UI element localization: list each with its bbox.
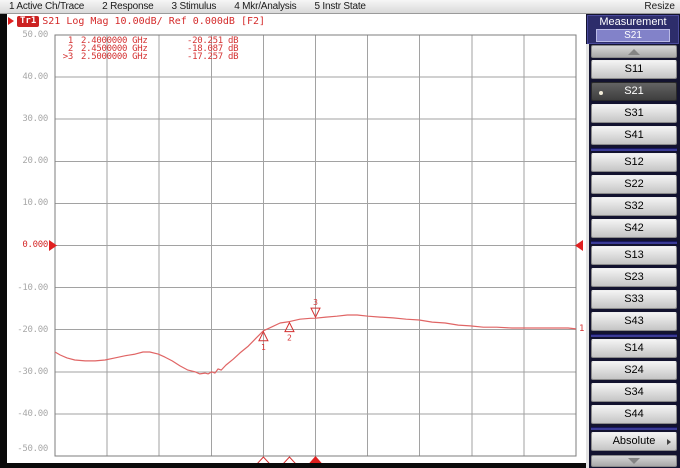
menu-stimulus[interactable]: 3 Stimulus (163, 0, 226, 13)
y-axis-label: -30.00 (8, 368, 48, 377)
group-separator (591, 334, 677, 337)
vna-screen: 1 Active Ch/Trace 2 Response 3 Stimulus … (0, 0, 680, 468)
resize-button[interactable]: Resize (644, 0, 675, 13)
trace-id-badge[interactable]: Tr1 (17, 16, 39, 27)
sidebar-title: Measurement (588, 16, 678, 29)
y-axis-label: -40.00 (8, 410, 48, 419)
button-s21-label: S21 (624, 85, 644, 97)
menu-mkr-analysis[interactable]: 4 Mkr/Analysis (225, 0, 305, 13)
button-s14[interactable]: S14 (591, 339, 677, 358)
button-s31[interactable]: S31 (591, 104, 677, 123)
y-axis-label: 10.00 (8, 199, 48, 208)
trace-status-text: S21 Log Mag 10.00dB/ Ref 0.000dB [F2] (42, 16, 265, 27)
y-axis-label: 40.00 (8, 73, 48, 82)
button-absolute[interactable]: Absolute (591, 432, 677, 451)
menu-response[interactable]: 2 Response (93, 0, 162, 13)
marker-readout-row: >3 2.5000000 GHz -17.257 dB (57, 53, 238, 61)
sidebar-scroll-down-button[interactable] (591, 455, 677, 467)
selected-measurement-chip: S21 (596, 29, 670, 42)
button-s43[interactable]: S43 (591, 312, 677, 331)
button-absolute-label: Absolute (613, 435, 656, 447)
y-axis-label: -10.00 (8, 284, 48, 293)
y-axis-label: 50.00 (8, 31, 48, 40)
sidebar-button-list: S11 S21 S31 S41 S12 S22 S32 S42 S13 S23 … (591, 60, 677, 454)
marker-readout-table: 1 2.4000000 GHz -20.251 dB 2 2.4500000 G… (57, 37, 238, 61)
measurement-sidebar: Measurement S21 S11 S21 S31 S41 S12 S22 … (586, 14, 680, 468)
scroll-up-icon (628, 49, 640, 55)
button-s34[interactable]: S34 (591, 383, 677, 402)
button-s12[interactable]: S12 (591, 153, 677, 172)
button-s42[interactable]: S42 (591, 219, 677, 238)
menu-bar: 1 Active Ch/Trace 2 Response 3 Stimulus … (0, 0, 680, 14)
group-separator (591, 427, 677, 430)
button-s23[interactable]: S23 (591, 268, 677, 287)
scroll-down-icon (628, 458, 640, 464)
group-separator (591, 241, 677, 244)
button-s13[interactable]: S13 (591, 246, 677, 265)
menu-active-ch-trace[interactable]: 1 Active Ch/Trace (0, 0, 93, 13)
y-axis-label: 20.00 (8, 157, 48, 166)
sidebar-header-panel: Measurement S21 (587, 15, 679, 44)
selected-bullet-icon (599, 91, 603, 95)
button-s11[interactable]: S11 (591, 60, 677, 79)
marker-frequency: 2.5000000 GHz (81, 53, 183, 61)
active-trace-arrow-icon (8, 17, 14, 25)
menu-instr-state[interactable]: 5 Instr State (305, 0, 374, 13)
y-axis-label: -50.00 (8, 445, 48, 454)
button-s44[interactable]: S44 (591, 405, 677, 424)
sidebar-edge-strip (586, 44, 589, 468)
y-axis-ref-label: 0.000 (8, 241, 48, 250)
trace-status-line: Tr1 S21 Log Mag 10.00dB/ Ref 0.000dB [F2… (8, 15, 265, 27)
marker-number: >3 (57, 53, 73, 61)
button-s24[interactable]: S24 (591, 361, 677, 380)
button-s33[interactable]: S33 (591, 290, 677, 309)
bottom-edge-strip (0, 463, 586, 468)
plot-panel-background (7, 14, 586, 463)
button-s21[interactable]: S21 (591, 82, 677, 101)
button-s22[interactable]: S22 (591, 175, 677, 194)
marker-value: -17.257 dB (187, 53, 238, 61)
button-s41[interactable]: S41 (591, 126, 677, 145)
y-axis-label: -20.00 (8, 326, 48, 335)
group-separator (591, 148, 677, 151)
button-s32[interactable]: S32 (591, 197, 677, 216)
y-axis-label: 30.00 (8, 115, 48, 124)
sidebar-scroll-up-button[interactable] (591, 45, 677, 58)
submenu-arrow-icon (667, 439, 671, 445)
